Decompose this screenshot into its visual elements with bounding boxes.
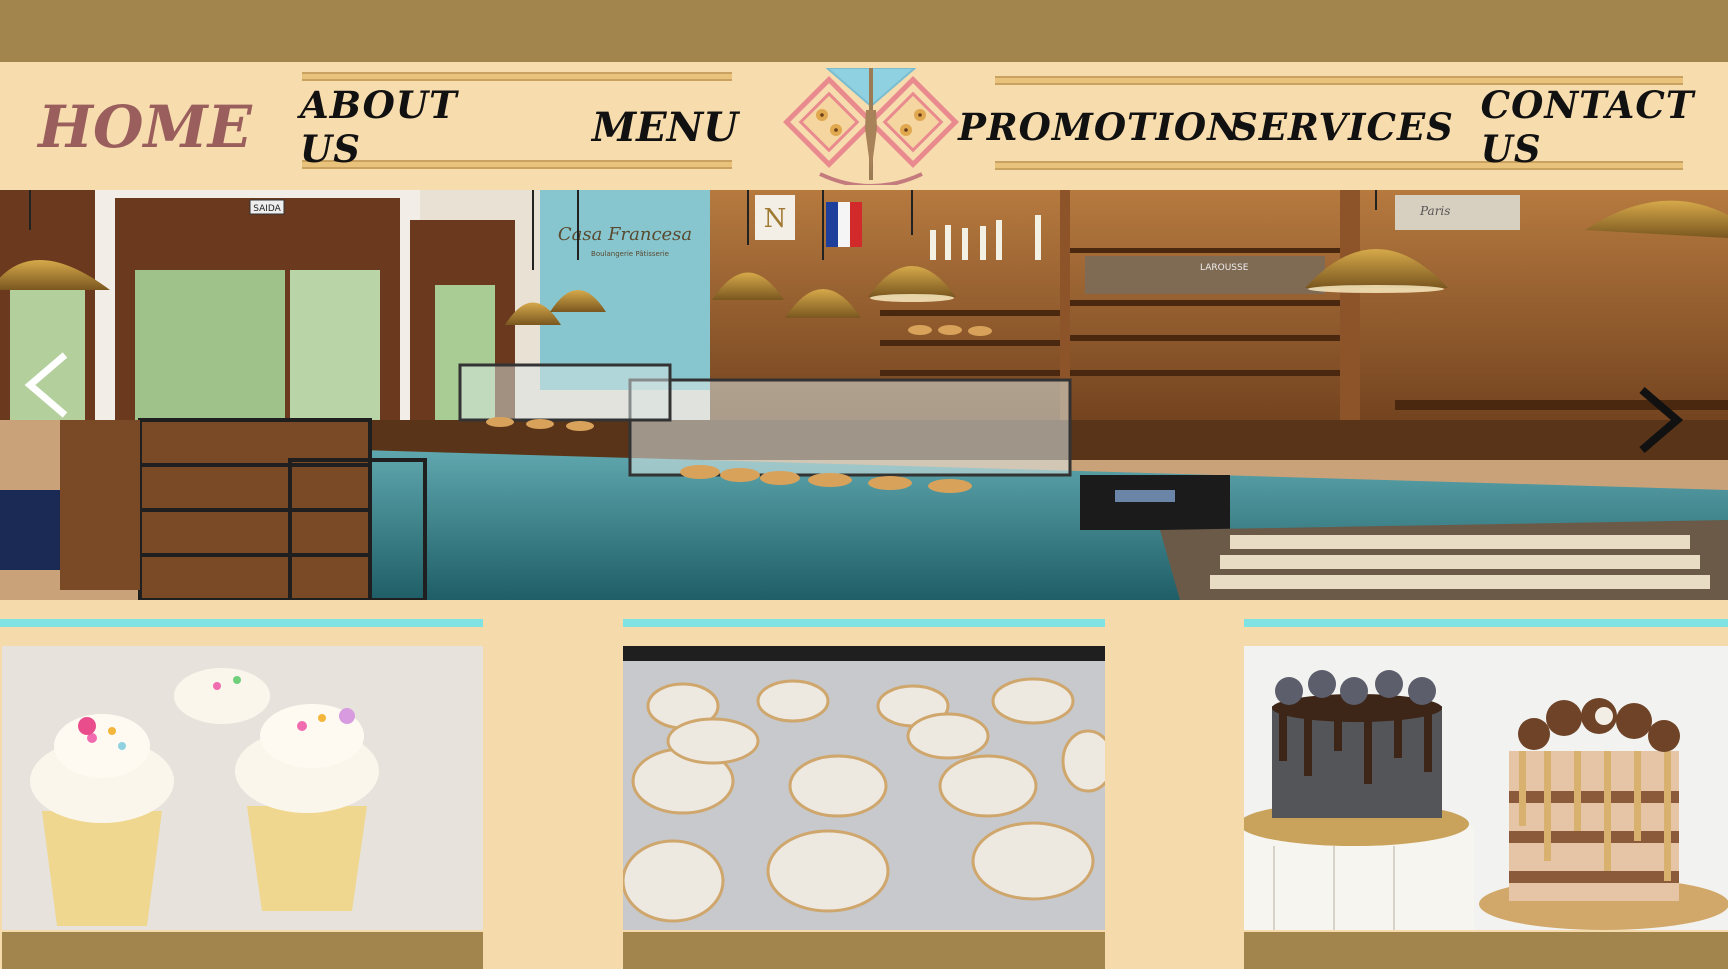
card-footer-bar	[623, 932, 1105, 969]
shop-logo-text: N	[764, 204, 787, 234]
product-card-cupcakes[interactable]	[2, 646, 483, 930]
product-card-cakes[interactable]	[1244, 646, 1728, 930]
nav-home-link[interactable]: HOME	[38, 92, 252, 162]
nav-promotion-link[interactable]: PROMOTION	[958, 92, 1241, 162]
carousel-prev-button[interactable]	[20, 350, 90, 420]
card-accent-bar	[0, 619, 483, 627]
layer-cakes-image	[1244, 646, 1728, 930]
top-banner	[0, 0, 1728, 62]
shop-sign-subtext: Boulangerie Pâtisserie	[591, 250, 669, 258]
nav-contact-link[interactable]: CONTACT US	[1481, 83, 1694, 171]
cookie-logo-icon	[783, 67, 959, 188]
hero-carousel[interactable]: SAIDA Casa Francesa Boulangerie Pâtisser…	[0, 190, 1728, 600]
exit-sign: SAIDA	[253, 204, 281, 214]
card-accent-bar	[623, 619, 1105, 627]
page: HOME ABOUT US MENU PROMOTION SERVICES CO…	[0, 0, 1728, 969]
bakery-logo[interactable]	[782, 67, 960, 188]
cupcakes-image	[2, 646, 483, 930]
chevron-right-icon	[1639, 386, 1684, 454]
carousel-next-button[interactable]	[1630, 385, 1700, 455]
card-footer-bar	[1244, 932, 1728, 969]
crinkle-cookies-image	[623, 646, 1105, 930]
card-accent-bar	[1244, 619, 1728, 627]
chevron-left-icon	[24, 352, 68, 418]
bakery-interior-image: SAIDA Casa Francesa Boulangerie Pâtisser…	[0, 190, 1728, 600]
product-card-cookies[interactable]	[623, 646, 1105, 930]
card-footer-bar	[2, 932, 483, 969]
nav-about-link[interactable]: ABOUT US	[300, 83, 485, 171]
nav-services-link[interactable]: SERVICES	[1231, 92, 1453, 162]
tin-label: Paris	[1419, 204, 1450, 218]
nav-menu-link[interactable]: MENU	[592, 92, 738, 162]
nav-divider	[302, 72, 732, 81]
shelf-label: LAROUSSE	[1200, 263, 1249, 273]
